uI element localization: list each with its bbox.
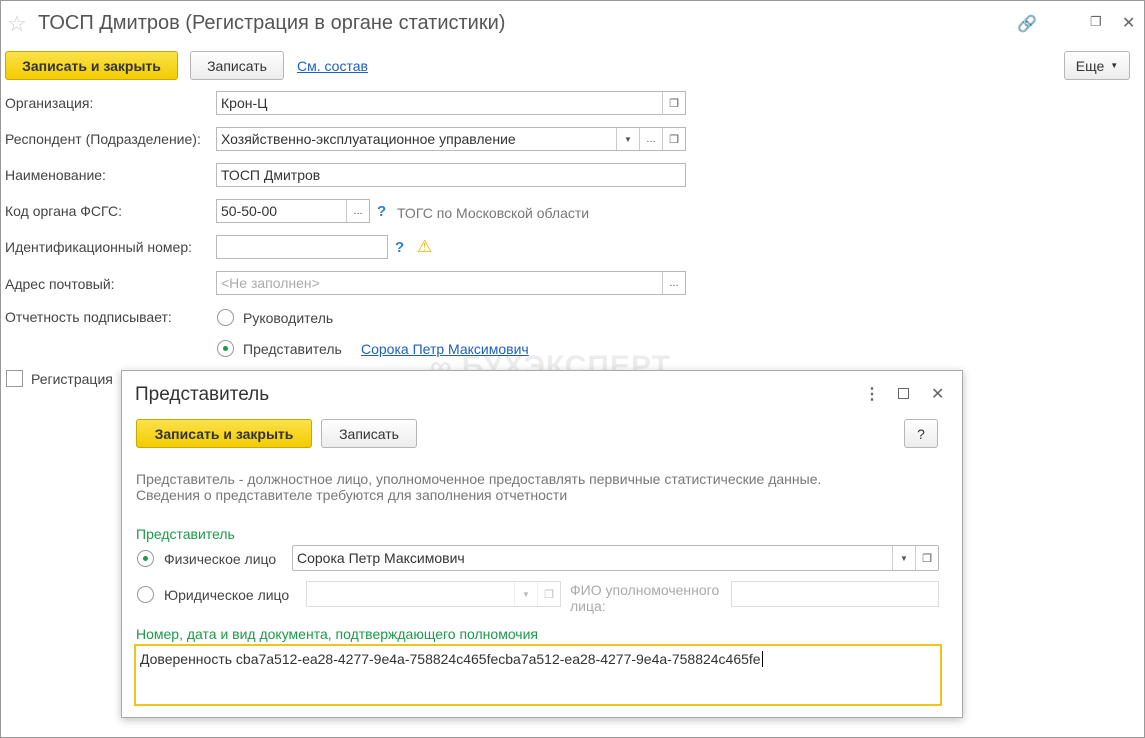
open-icon[interactable]: ❐ xyxy=(662,92,685,114)
dialog-title: Представитель xyxy=(135,384,270,405)
more-menu-icon[interactable]: ⋮ xyxy=(864,384,880,404)
select-button[interactable]: ... xyxy=(346,200,369,222)
section-representative: Представитель xyxy=(136,526,235,542)
fio-field[interactable] xyxy=(731,581,939,607)
link-icon[interactable]: 🔗 xyxy=(1017,14,1037,34)
dropdown-icon[interactable]: ▼ xyxy=(616,128,639,150)
dropdown-icon[interactable]: ▼ xyxy=(892,546,915,570)
view-composition-link[interactable]: См. состав xyxy=(297,58,368,74)
close-icon[interactable]: ✕ xyxy=(931,384,944,404)
text-cursor xyxy=(761,651,763,667)
respondent-field[interactable]: Хозяйственно-эксплуатационное управление… xyxy=(216,127,686,151)
open-icon[interactable]: ❐ xyxy=(915,546,938,570)
individual-value: Сорока Петр Максимович xyxy=(297,550,465,566)
save-close-button[interactable]: Записать и закрыть xyxy=(5,51,178,80)
select-button[interactable]: ... xyxy=(662,272,685,294)
description-line-1: Представитель - должностное лицо, уполно… xyxy=(136,471,822,487)
address-label: Адрес почтовый: xyxy=(5,276,115,292)
dialog-save-close-button[interactable]: Записать и закрыть xyxy=(136,419,312,448)
select-button[interactable]: ... xyxy=(639,128,662,150)
org-field[interactable]: Крон-Ц ❐ xyxy=(216,91,686,115)
code-field[interactable]: 50-50-00... xyxy=(216,199,370,223)
open-icon[interactable]: ❐ xyxy=(662,128,685,150)
warning-icon: ⚠ xyxy=(417,237,433,256)
fio-label-2: лица: xyxy=(570,598,606,614)
code-hint: ТОГС по Московской области xyxy=(397,205,590,221)
signer-label: Отчетность подписывает: xyxy=(5,309,172,325)
address-placeholder: <Не заполнен> xyxy=(221,275,320,291)
more-button[interactable]: Еще ▼ xyxy=(1064,51,1130,80)
org-label: Организация: xyxy=(5,95,94,111)
maximize-icon[interactable] xyxy=(898,388,909,399)
favorite-star-icon[interactable]: ☆ xyxy=(7,11,27,37)
individual-field[interactable]: Сорока Петр Максимович ▼ ❐ xyxy=(292,545,939,571)
radio-representative-label: Представитель xyxy=(243,341,342,357)
restore-icon[interactable]: ❐ xyxy=(1090,14,1102,30)
radio-individual[interactable] xyxy=(137,550,154,567)
name-field[interactable]: ТОСП Дмитров xyxy=(216,163,686,187)
address-field[interactable]: <Не заполнен>... xyxy=(216,271,686,295)
close-icon[interactable]: ✕ xyxy=(1122,13,1135,33)
dropdown-arrow-icon: ▼ xyxy=(1110,61,1119,70)
respondent-label: Респондент (Подразделение): xyxy=(5,131,201,147)
representative-dialog: Представитель ⋮ ✕ Записать и закрыть Зап… xyxy=(121,370,963,718)
description-line-2: Сведения о представителе требуются для з… xyxy=(136,487,568,503)
radio-head[interactable] xyxy=(217,309,234,326)
more-label: Еще xyxy=(1075,57,1105,74)
window-title: ТОСП Дмитров (Регистрация в органе стати… xyxy=(38,12,506,34)
fio-label: ФИО уполномоченного xyxy=(570,582,720,598)
name-label: Наименование: xyxy=(5,167,106,183)
radio-legal-label: Юридическое лицо xyxy=(164,587,290,603)
radio-individual-label: Физическое лицо xyxy=(164,551,277,567)
code-label: Код органа ФСГС: xyxy=(5,203,122,219)
respondent-value: Хозяйственно-эксплуатационное управление xyxy=(221,131,516,147)
save-button[interactable]: Записать xyxy=(190,51,284,80)
dialog-save-button[interactable]: Записать xyxy=(321,419,417,448)
document-value: Доверенность cba7a512-ea28-4277-9e4a-758… xyxy=(140,651,761,667)
help-icon[interactable]: ? xyxy=(377,203,386,220)
org-value: Крон-Ц xyxy=(221,95,268,111)
radio-legal[interactable] xyxy=(137,586,154,603)
radio-head-label: Руководитель xyxy=(243,310,334,326)
legal-field[interactable]: ▼ ❐ xyxy=(306,581,561,607)
dropdown-icon[interactable]: ▼ xyxy=(514,582,537,606)
registration-checkbox[interactable] xyxy=(6,370,23,387)
help-button[interactable]: ? xyxy=(904,419,938,448)
registration-label: Регистрация xyxy=(31,371,113,387)
code-value: 50-50-00 xyxy=(221,203,278,219)
id-label: Идентификационный номер: xyxy=(5,239,193,255)
document-label: Номер, дата и вид документа, подтверждаю… xyxy=(136,626,539,642)
open-icon[interactable]: ❐ xyxy=(537,582,560,606)
name-value: ТОСП Дмитров xyxy=(221,167,321,183)
help-icon[interactable]: ? xyxy=(395,239,404,256)
document-textarea[interactable]: Доверенность cba7a512-ea28-4277-9e4a-758… xyxy=(134,644,942,706)
id-field[interactable] xyxy=(216,235,388,259)
radio-representative[interactable] xyxy=(217,340,234,357)
